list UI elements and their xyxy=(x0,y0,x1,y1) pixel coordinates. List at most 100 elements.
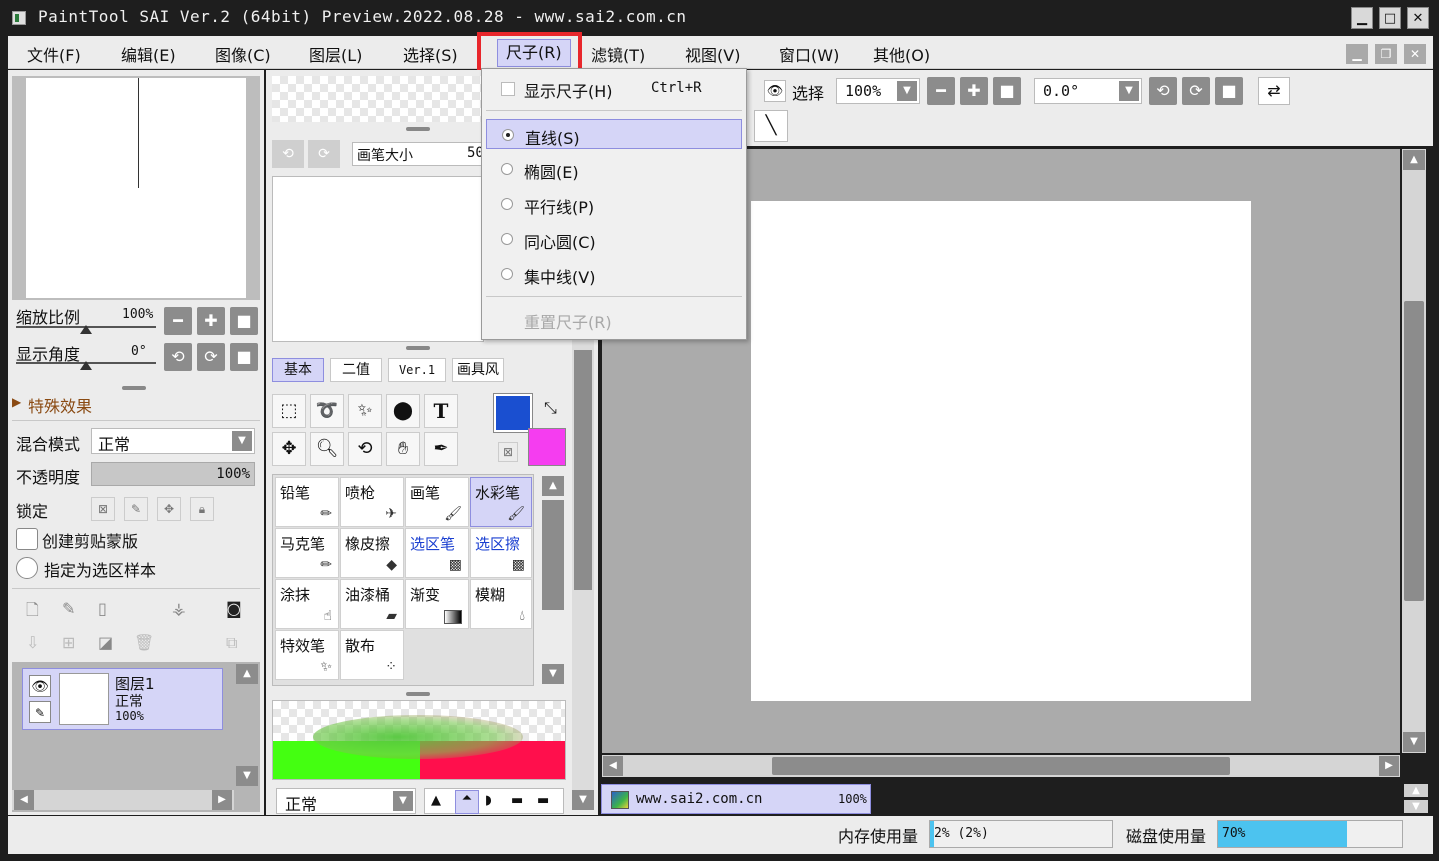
move-icon[interactable]: ✥ xyxy=(272,432,306,466)
tool-pencil[interactable]: 铅笔 ✏ xyxy=(275,477,339,527)
splitter-handle[interactable] xyxy=(406,127,430,131)
magic-wand-icon[interactable]: ✨︎ xyxy=(348,394,382,428)
menu-view[interactable]: 视图(V) xyxy=(685,42,740,66)
zoom-in-button[interactable]: ✚ xyxy=(960,77,988,105)
zoom-icon[interactable]: 🔍︎ xyxy=(310,432,344,466)
menu-show-ruler[interactable]: 显示尺子(H) Ctrl+R xyxy=(486,73,742,103)
menu-ruler-parallel[interactable]: 平行线(P) xyxy=(486,189,742,219)
clear-layer-icon[interactable]: ◪ xyxy=(98,633,113,652)
transparent-color-icon[interactable]: ⊠ xyxy=(498,442,518,462)
new-pen-layer-icon[interactable]: ✎ xyxy=(62,599,75,618)
shape-flat1-icon[interactable]: ◗ xyxy=(485,793,492,808)
delete-layer-icon[interactable]: 🗑︎ xyxy=(134,633,154,652)
layer-effect-icon[interactable]: ⚶ xyxy=(172,599,186,618)
rotate-right-button[interactable]: ⟳ xyxy=(197,343,225,371)
effects-label[interactable]: 特殊效果 xyxy=(28,393,92,417)
rotate-icon[interactable]: ⟲ xyxy=(348,432,382,466)
tool-blur[interactable]: 模糊 💧︎ xyxy=(470,579,532,629)
tab-basic[interactable]: 基本 xyxy=(272,358,324,382)
menu-edit[interactable]: 编辑(E) xyxy=(121,42,176,66)
layer-settings-icon[interactable]: ⧉ xyxy=(226,633,237,653)
rotate-left-button[interactable]: ⟲ xyxy=(164,343,192,371)
layer-scroll-down[interactable]: ▼ xyxy=(236,766,258,786)
zoom-slider-thumb[interactable] xyxy=(80,325,92,334)
rotate-right-button[interactable]: ⟳ xyxy=(1182,77,1210,105)
doc-restore-button[interactable]: ❐ xyxy=(1375,44,1397,64)
pen-icon[interactable]: ✎ xyxy=(29,701,51,723)
brush-size-field[interactable]: 画笔大小 50 xyxy=(352,142,484,166)
opacity-slider[interactable]: 100% xyxy=(91,462,255,486)
angle-select[interactable]: 0.0° ▼ xyxy=(1034,78,1142,104)
selection-sample-checkbox[interactable] xyxy=(16,557,38,579)
navigator-preview[interactable] xyxy=(12,76,260,300)
tool-scatter[interactable]: 散布 ⁘ xyxy=(340,630,404,680)
layer-scroll-right[interactable]: ▶ xyxy=(212,790,232,810)
canvas-document[interactable] xyxy=(751,201,1251,701)
eyedropper-icon[interactable]: ✒ xyxy=(424,432,458,466)
zoom-out-button[interactable]: ━ xyxy=(164,307,192,335)
menu-select[interactable]: 选择(S) xyxy=(403,42,458,66)
menu-ruler-concentric[interactable]: 同心圆(C) xyxy=(486,224,742,254)
lock-move-icon[interactable]: ✥ xyxy=(157,497,181,521)
doc-close-button[interactable]: ✕ xyxy=(1404,44,1426,64)
brush-blend-select[interactable]: 正常 ▼ xyxy=(276,788,416,814)
rotate-left-button[interactable]: ⟲ xyxy=(1149,77,1177,105)
hand-icon[interactable]: ✋︎ xyxy=(386,432,420,466)
effects-expand-icon[interactable]: ▶ xyxy=(12,395,21,409)
new-layer-icon[interactable]: 🗋 xyxy=(26,599,39,626)
doc-minimize-button[interactable]: ▁ xyxy=(1346,44,1368,64)
chevron-down-icon[interactable]: ▼ xyxy=(393,791,413,811)
clip-mask-checkbox[interactable] xyxy=(16,528,38,550)
canvas-hscrollbar[interactable]: ◀ ▶ xyxy=(602,755,1400,777)
layer-scroll-up[interactable]: ▲ xyxy=(236,664,258,684)
shape-flat2-icon[interactable]: ▬ xyxy=(511,793,523,808)
rotate-reset-button[interactable]: ■ xyxy=(230,343,258,371)
tool-effect-pen[interactable]: 特效笔 ✨︎ xyxy=(275,630,339,680)
secondary-color-swatch[interactable] xyxy=(528,428,566,466)
rect-select-icon[interactable]: ⬚ xyxy=(272,394,306,428)
layer-scroll-left[interactable]: ◀ xyxy=(14,790,34,810)
layer-mask-icon[interactable]: ◙ xyxy=(226,599,242,618)
tool-scroll-down[interactable]: ▼ xyxy=(542,664,564,684)
canvas-vscrollbar[interactable]: ▲ ▼ xyxy=(1402,149,1426,753)
menu-layer[interactable]: 图层(L) xyxy=(309,42,362,66)
chevron-down-icon[interactable]: ▼ xyxy=(232,431,252,451)
menu-file[interactable]: 文件(F) xyxy=(27,42,81,66)
shape-flat3-icon[interactable]: ▬ xyxy=(537,793,549,808)
tab-binary[interactable]: 二值 xyxy=(330,358,382,382)
merge-down-icon[interactable]: ⇩ xyxy=(26,633,39,652)
copy-layer-icon[interactable]: ⊞ xyxy=(62,633,75,652)
zoom-select[interactable]: 100% ▼ xyxy=(836,78,920,104)
tool-gradient[interactable]: 渐变 xyxy=(405,579,469,629)
lock-transparency-icon[interactable]: ⊠ xyxy=(91,497,115,521)
tool-scroll-up[interactable]: ▲ xyxy=(542,476,564,496)
tool-select-pen[interactable]: 选区笔 ▩ xyxy=(405,528,469,578)
tool-marker[interactable]: 马克笔 ✏ xyxy=(275,528,339,578)
menu-filter[interactable]: 滤镜(T) xyxy=(591,42,645,66)
menu-image[interactable]: 图像(C) xyxy=(215,42,271,66)
doc-tab[interactable]: www.sai2.com.cn 100% xyxy=(601,784,871,814)
tool-airbrush[interactable]: 喷枪 ✈ xyxy=(340,477,404,527)
layer-hscrollbar[interactable] xyxy=(12,790,234,810)
swap-colors-icon[interactable]: ⤡ xyxy=(544,398,557,418)
splitter-handle[interactable] xyxy=(406,346,430,350)
lock-all-icon[interactable]: 🔒︎ xyxy=(190,497,214,521)
maximize-button[interactable]: □ xyxy=(1379,7,1401,29)
doc-tab-scroll[interactable]: ▲ ▼ xyxy=(1404,784,1428,814)
menu-ruler-line[interactable]: 直线(S) xyxy=(486,119,742,149)
zoom-in-button[interactable]: ✚ xyxy=(197,307,225,335)
shape-round-icon[interactable]: ⏶ xyxy=(455,790,479,814)
close-button[interactable]: ✕ xyxy=(1407,7,1429,29)
lasso-icon[interactable]: ➰ xyxy=(310,394,344,428)
shape-sharp-icon[interactable]: ▲ xyxy=(431,793,441,808)
text-icon[interactable]: T xyxy=(424,394,458,428)
panel-scrollbar[interactable]: ▼ xyxy=(572,330,594,810)
tool-scrollbar-thumb[interactable] xyxy=(542,500,564,610)
tool-eraser[interactable]: 橡皮擦 ◆ xyxy=(340,528,404,578)
tool-bucket[interactable]: 油漆桶 ▰ xyxy=(340,579,404,629)
menu-ruler-focus[interactable]: 集中线(V) xyxy=(486,259,742,289)
chevron-down-icon[interactable]: ▼ xyxy=(897,81,917,101)
redo-button[interactable]: ⟳ xyxy=(308,140,340,168)
menu-window[interactable]: 窗口(W) xyxy=(779,42,839,66)
splitter-handle[interactable] xyxy=(122,386,146,390)
